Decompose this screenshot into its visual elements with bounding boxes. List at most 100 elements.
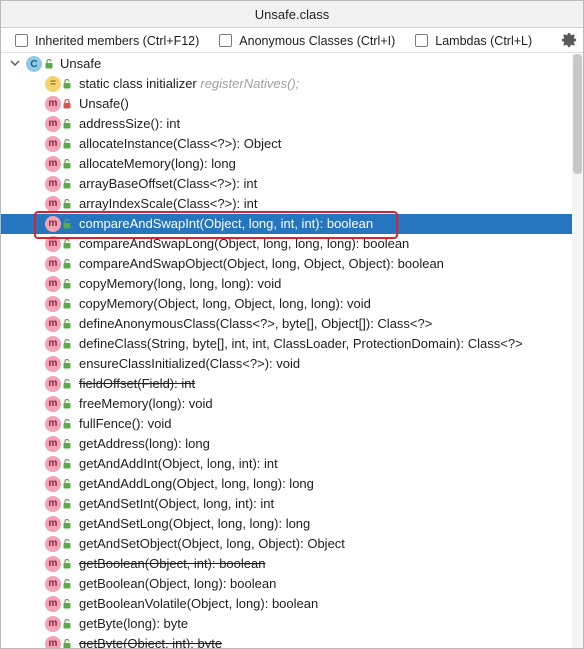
icon-glyph: = (50, 78, 56, 89)
member-signature: fieldOffset(Field): int (79, 376, 196, 391)
root-class-name: Unsafe (60, 56, 102, 71)
member-signature: getAndAddLong(Object, long, long): long (79, 476, 314, 491)
icon-glyph: m (48, 538, 58, 549)
method-icon: m (45, 116, 61, 132)
tree-row[interactable]: = static class initializer registerNative… (1, 74, 573, 94)
public-access-icon (63, 559, 71, 569)
member-signature: fullFence(): void (79, 416, 172, 431)
tree-row[interactable]: m getAndSetLong(Object, long, long): long (1, 514, 573, 534)
member-label: getAndSetLong(Object, long, long): long (79, 516, 310, 531)
initializer-icon: = (45, 76, 61, 92)
public-access-icon (63, 539, 71, 549)
tree-row[interactable]: m Unsafe() (1, 94, 573, 114)
member-label: allocateInstance(Class<?>): Object (79, 136, 281, 151)
member-signature: compareAndSwapObject(Object, long, Objec… (79, 256, 444, 271)
member-label: getAndSetObject(Object, long, Object): O… (79, 536, 345, 551)
member-signature: getByte(Object, int): byte (79, 636, 223, 649)
public-access-icon (63, 339, 71, 349)
tree-row[interactable]: m fullFence(): void (1, 414, 573, 434)
checkbox-box[interactable] (15, 34, 28, 47)
public-access-icon (63, 379, 71, 389)
tree-row[interactable]: m getBooleanVolatile(Object, long): boole… (1, 594, 573, 614)
method-icon: m (45, 396, 61, 412)
anonymous-classes-checkbox[interactable]: Anonymous Classes (Ctrl+I) (219, 34, 395, 48)
member-signature: copyMemory(Object, long, Object, long, l… (79, 296, 371, 311)
member-label: getAndAddLong(Object, long, long): long (79, 476, 314, 491)
method-icon: m (45, 596, 61, 612)
tree-row[interactable]: m getByte(Object, int): byte (1, 634, 573, 649)
public-access-icon (45, 59, 53, 69)
tree-row[interactable]: m fieldOffset(Field): int (1, 374, 573, 394)
member-signature: getBoolean(Object, long): boolean (79, 576, 277, 591)
tree-row[interactable]: m arrayBaseOffset(Class<?>): int (1, 174, 573, 194)
member-signature: getByte(long): byte (79, 616, 189, 631)
member-label: getBoolean(Object, int): boolean (79, 556, 265, 571)
member-signature: static class initializer (79, 76, 197, 91)
method-icon: m (45, 296, 61, 312)
tree-row[interactable]: m getBoolean(Object, int): boolean (1, 554, 573, 574)
public-access-icon (63, 79, 71, 89)
member-label: getBoolean(Object, long): boolean (79, 576, 276, 591)
tree-row[interactable]: m allocateInstance(Class<?>): Object (1, 134, 573, 154)
tree-row[interactable]: m getAndAddInt(Object, long, int): int (1, 454, 573, 474)
member-signature: defineClass(String, byte[], int, int, Cl… (79, 336, 523, 351)
private-access-icon (63, 99, 71, 109)
public-access-icon (63, 199, 71, 209)
method-icon: m (45, 556, 61, 572)
method-icon: m (45, 436, 61, 452)
member-label: copyMemory(long, long, long): void (79, 276, 281, 291)
member-signature: freeMemory(long): void (79, 396, 213, 411)
icon-glyph: m (48, 578, 58, 589)
checkbox-box[interactable] (219, 34, 233, 47)
public-access-icon (63, 579, 71, 589)
chevron-down-icon[interactable] (9, 57, 21, 69)
member-label: fieldOffset(Field): int (79, 376, 195, 391)
icon-glyph: m (48, 458, 58, 469)
icon-glyph: m (48, 118, 58, 129)
inherited-members-checkbox[interactable]: Inherited members (Ctrl+F12) (15, 34, 199, 48)
checkbox-box[interactable] (415, 34, 429, 47)
icon-glyph: m (48, 478, 58, 489)
checkbox-label: Inherited members (Ctrl+F12) (35, 33, 200, 48)
icon-glyph: m (48, 518, 58, 529)
icon-glyph: m (48, 398, 58, 409)
member-signature: ensureClassInitialized(Class<?>): void (79, 356, 301, 371)
icon-glyph: m (48, 298, 58, 309)
method-icon: m (45, 196, 61, 212)
tree-row[interactable]: m copyMemory(long, long, long): void (1, 274, 573, 294)
tree-row[interactable]: m addressSize(): int (1, 114, 573, 134)
tree-row[interactable]: m defineAnonymousClass(Class<?>, byte[], … (1, 314, 573, 334)
member-label: getAndAddInt(Object, long, int): int (79, 456, 278, 471)
tree-row[interactable]: m getAndSetInt(Object, long, int): int (1, 494, 573, 514)
tree-row[interactable]: m defineClass(String, byte[], int, int, C… (1, 334, 573, 354)
tree-row[interactable]: m getAddress(long): long (1, 434, 573, 454)
member-signature: getBooleanVolatile(Object, long): boolea… (79, 596, 319, 611)
tree-row[interactable]: m getBoolean(Object, long): boolean (1, 574, 573, 594)
tree-root-row[interactable]: C Unsafe (1, 54, 573, 74)
tree-row[interactable]: m getAndSetObject(Object, long, Object): … (1, 534, 573, 554)
tree-row[interactable]: m getByte(long): byte (1, 614, 573, 634)
method-icon: m (45, 96, 61, 112)
method-icon: m (45, 456, 61, 472)
gear-icon[interactable] (561, 32, 577, 48)
tree-row[interactable]: m freeMemory(long): void (1, 394, 573, 414)
tree-row[interactable]: m compareAndSwapObject(Object, long, Obje… (1, 254, 573, 274)
member-signature: copyMemory(long, long, long): void (79, 276, 282, 291)
public-access-icon (63, 399, 71, 409)
icon-glyph: m (48, 638, 58, 649)
tree-row[interactable]: m getAndAddLong(Object, long, long): long (1, 474, 573, 494)
method-icon: m (45, 516, 61, 532)
method-icon: m (45, 416, 61, 432)
member-label: getAndSetInt(Object, long, int): int (79, 496, 274, 511)
tree-row[interactable]: m copyMemory(Object, long, Object, long, … (1, 294, 573, 314)
scrollbar-thumb[interactable] (573, 54, 582, 174)
member-label: ensureClassInitialized(Class<?>): void (79, 356, 300, 371)
tree-row[interactable]: m allocateMemory(long): long (1, 154, 573, 174)
highlight-annotation (34, 211, 398, 239)
member-signature: getBoolean(Object, int): boolean (79, 556, 266, 571)
member-label: defineAnonymousClass(Class<?>, byte[], O… (79, 316, 432, 331)
lambdas-checkbox[interactable]: Lambdas (Ctrl+L) (415, 34, 532, 48)
member-signature: getAddress(long): long (79, 436, 210, 451)
checkbox-label: Anonymous Classes (Ctrl+I) (239, 33, 396, 48)
tree-row[interactable]: m ensureClassInitialized(Class<?>): void (1, 354, 573, 374)
